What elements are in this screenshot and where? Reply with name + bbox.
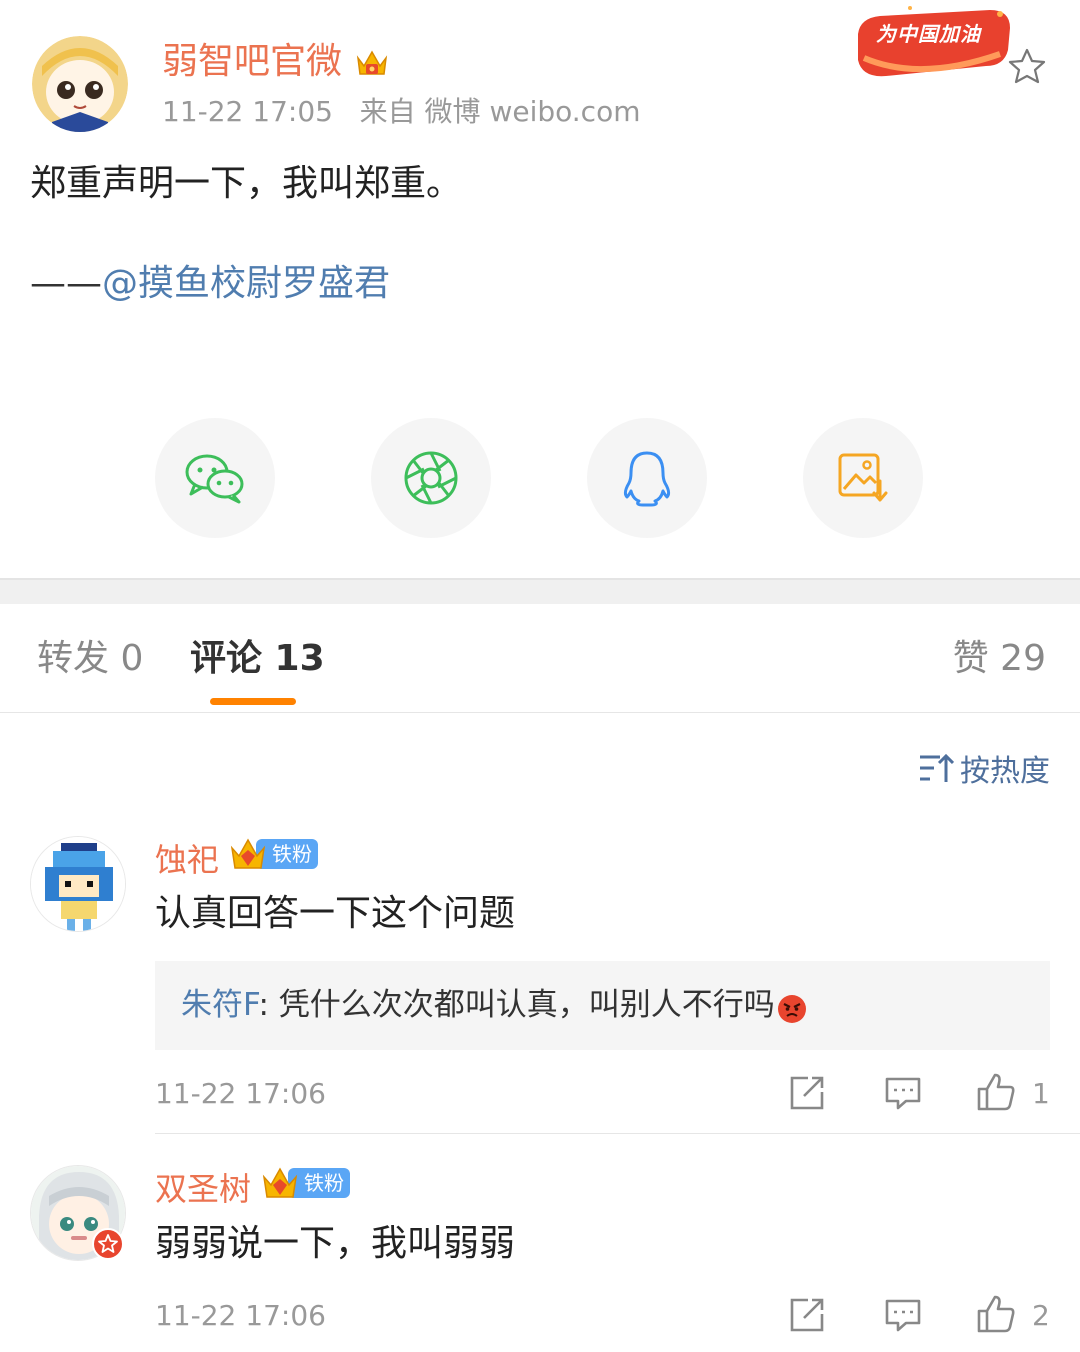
fan-badge: 铁粉 [228, 836, 318, 872]
share-qq-button[interactable] [587, 418, 707, 538]
wechat-icon [185, 454, 244, 504]
favorite-star-icon[interactable] [1006, 46, 1048, 88]
moments-icon [404, 451, 458, 505]
reply-text: 凭什么次次都叫认真，叫别人不行吗 [268, 987, 775, 1023]
angry-emoji-icon [777, 992, 807, 1023]
share-save-image-button[interactable] [803, 418, 923, 538]
crown-icon [262, 1167, 298, 1198]
tab-repost[interactable]: 转发 0 [37, 634, 143, 684]
like-count: 1 [1032, 1077, 1050, 1110]
comment-username[interactable]: 蚀祀 [155, 838, 219, 882]
section-divider [0, 578, 1080, 604]
tabs-divider [0, 712, 1080, 713]
comment-time: 11-22 17:06 [155, 1077, 326, 1110]
share-comment-icon[interactable] [788, 1074, 826, 1112]
mention-link[interactable]: @摸鱼校尉罗盛君 [102, 263, 390, 304]
vip-crown-icon [354, 44, 390, 80]
share-wechat-button[interactable] [155, 418, 275, 538]
reply-username[interactable]: 朱符F [181, 987, 258, 1023]
post-meta: 11-22 17:05 来自 微博 weibo.com [162, 92, 640, 132]
reply-comment-icon[interactable] [884, 1074, 922, 1112]
author-name[interactable]: 弱智吧官微 [162, 38, 342, 86]
comment-avatar[interactable] [30, 836, 126, 932]
post-text: 郑重声明一下，我叫郑重。 [30, 163, 463, 204]
author-avatar[interactable] [32, 36, 128, 132]
sub-reply[interactable]: 朱符F: 凭什么次次都叫认真，叫别人不行吗 [155, 961, 1050, 1050]
save-image-icon [838, 453, 888, 502]
tab-comments[interactable]: 评论 13 [190, 634, 325, 684]
fan-badge: 铁粉 [260, 1165, 350, 1201]
like-count: 2 [1032, 1299, 1050, 1332]
like-icon[interactable] [976, 1072, 1016, 1112]
comment-username[interactable]: 双圣树 [155, 1167, 251, 1211]
share-comment-icon[interactable] [788, 1296, 826, 1334]
active-tab-indicator [210, 698, 296, 705]
promo-badge-text: 为中国加油 [876, 22, 981, 46]
comment-time: 11-22 17:06 [155, 1299, 326, 1332]
like-icon[interactable] [976, 1294, 1016, 1334]
share-moments-button[interactable] [371, 418, 491, 538]
post-credit: ——@摸鱼校尉罗盛君 [30, 260, 390, 308]
comment-divider [155, 1133, 1080, 1134]
tab-likes[interactable]: 赞 29 [953, 634, 1046, 684]
sort-label: 按热度 [960, 754, 1050, 789]
comment-text: 认真回答一下这个问题 [155, 893, 516, 934]
verified-badge-icon [92, 1228, 124, 1260]
post-time: 11-22 17:05 [162, 95, 333, 128]
reply-comment-icon[interactable] [884, 1296, 922, 1334]
post-source: 来自 微博 weibo.com [359, 95, 641, 128]
reply-colon: : [258, 987, 269, 1023]
crown-icon [230, 838, 266, 869]
comment-text: 弱弱说一下，我叫弱弱 [155, 1223, 516, 1264]
sort-by-hot-button[interactable]: 按热度 [918, 746, 1050, 790]
sort-icon [920, 753, 954, 782]
credit-dash: —— [30, 263, 102, 304]
qq-icon [623, 451, 671, 507]
